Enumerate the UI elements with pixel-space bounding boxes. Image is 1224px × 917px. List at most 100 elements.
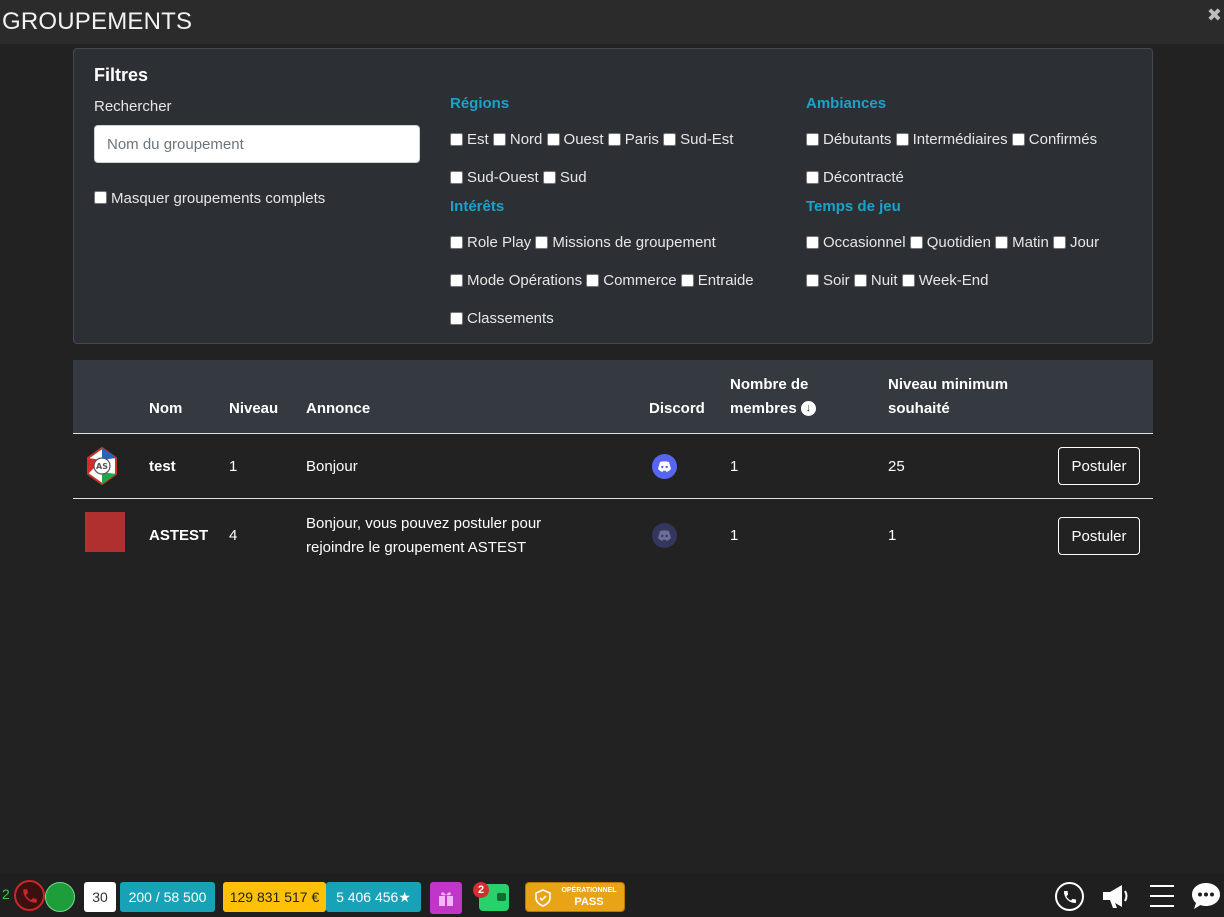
- header-annonce[interactable]: Annonce: [306, 397, 370, 421]
- checkbox-commerce[interactable]: [586, 273, 600, 287]
- postuler-button[interactable]: Postuler: [1058, 447, 1140, 485]
- interets-title: Intérêts: [450, 198, 505, 215]
- regions-options: Est Nord Ouest Paris Sud-Est Sud-Ouest S…: [450, 121, 760, 197]
- option-week-end: Week-End: [918, 272, 989, 289]
- regions-title: Régions: [450, 95, 510, 112]
- row-niveau: 4: [229, 527, 238, 544]
- checkbox-quotidien[interactable]: [909, 235, 923, 249]
- option-entraide: Entraide: [697, 272, 754, 289]
- postuler-button[interactable]: Postuler: [1058, 517, 1140, 555]
- row-niveau-min: 1: [888, 527, 897, 544]
- option-confirmes: Confirmés: [1028, 131, 1098, 148]
- header-membres[interactable]: Nombre de membres ↓: [730, 373, 816, 421]
- option-paris: Paris: [624, 131, 659, 148]
- group-logo-icon: AS: [85, 446, 119, 486]
- checkbox-week-end[interactable]: [901, 273, 915, 287]
- checkbox-mode-operations[interactable]: [450, 273, 463, 287]
- option-matin: Matin: [1012, 234, 1049, 251]
- group-avatar: [85, 512, 125, 552]
- close-icon[interactable]: ✖: [1207, 5, 1222, 26]
- checkbox-nord[interactable]: [492, 132, 506, 146]
- discord-icon: [652, 523, 677, 548]
- checkbox-sud-est[interactable]: [663, 132, 677, 146]
- checkbox-soir[interactable]: [806, 273, 819, 287]
- status-online-icon[interactable]: [45, 882, 75, 912]
- option-classements: Classements: [467, 310, 554, 327]
- row-annonce: Bonjour: [306, 458, 358, 475]
- discord-icon[interactable]: [652, 454, 677, 479]
- header-nom[interactable]: Nom: [149, 397, 182, 421]
- checkbox-jour[interactable]: [1052, 235, 1066, 249]
- option-ouest: Ouest: [563, 131, 604, 148]
- interets-options: Role Play Missions de groupement Mode Op…: [450, 224, 780, 338]
- checkbox-role-play[interactable]: [450, 235, 463, 249]
- checkbox-est[interactable]: [450, 132, 463, 146]
- window-title: GROUPEMENTS: [2, 8, 193, 35]
- phone-icon[interactable]: [1055, 882, 1084, 911]
- option-role-play: Role Play: [467, 234, 532, 251]
- header-niveau-min[interactable]: Niveau minimum souhaité: [888, 373, 1008, 421]
- menu-icon[interactable]: [1150, 885, 1174, 907]
- checkbox-ouest[interactable]: [546, 132, 560, 146]
- row-annonce-line2: rejoindre le groupement ASTEST: [306, 539, 527, 556]
- option-occasionnel: Occasionnel: [823, 234, 906, 251]
- checkbox-sud[interactable]: [542, 170, 556, 184]
- checkbox-intermediaires[interactable]: [895, 132, 909, 146]
- option-decontracte: Décontracté: [823, 169, 904, 186]
- header-niveau-min-line2: souhaité: [888, 400, 950, 417]
- row-nom[interactable]: ASTEST: [149, 524, 208, 548]
- checkbox-classements[interactable]: [450, 311, 463, 325]
- chat-icon[interactable]: [1190, 881, 1222, 916]
- checkbox-matin[interactable]: [995, 235, 1009, 249]
- checkbox-paris[interactable]: [607, 132, 621, 146]
- hide-full-checkbox[interactable]: [94, 191, 107, 204]
- row-annonce: Bonjour, vous pouvez postuler pour rejoi…: [306, 512, 541, 560]
- option-sud: Sud: [559, 169, 587, 186]
- hide-full-label: Masquer groupements complets: [111, 190, 326, 207]
- option-mode-operations: Mode Opérations: [467, 272, 583, 289]
- groupements-table: Nom Niveau Annonce Discord Nombre de mem…: [73, 360, 1153, 573]
- checkbox-missions[interactable]: [535, 235, 549, 249]
- checkbox-debutants[interactable]: [806, 132, 819, 146]
- checkbox-confirmes[interactable]: [1011, 132, 1025, 146]
- header-membres-line1: Nombre de: [730, 376, 809, 393]
- option-est: Est: [467, 131, 489, 148]
- checkbox-nuit[interactable]: [853, 273, 867, 287]
- option-debutants: Débutants: [823, 131, 892, 148]
- megaphone-icon[interactable]: [1100, 882, 1132, 915]
- star-icon: ★: [398, 889, 411, 905]
- checkbox-decontracte[interactable]: [806, 170, 819, 184]
- wallet-badge: 2: [473, 882, 489, 898]
- checkbox-sud-ouest[interactable]: [450, 170, 463, 184]
- filters-title: Filtres: [94, 65, 149, 85]
- level-badge: 30: [84, 882, 116, 912]
- option-quotidien: Quotidien: [926, 234, 991, 251]
- table-row: ASTEST 4 Bonjour, vous pouvez postuler p…: [73, 499, 1153, 573]
- checkbox-occasionnel[interactable]: [806, 235, 819, 249]
- checkbox-entraide[interactable]: [680, 273, 694, 287]
- xp-badge: 200 / 58 500: [120, 882, 215, 912]
- row-niveau-min: 25: [888, 458, 905, 475]
- option-nord: Nord: [509, 131, 543, 148]
- points-value: 5 406 456: [336, 889, 399, 905]
- bottom-bar: 2 30 200 / 58 500 129 831 517 € 5 406 45…: [0, 873, 1224, 917]
- points-badge: 5 406 456★: [326, 882, 421, 912]
- header-niveau[interactable]: Niveau: [229, 397, 278, 421]
- sort-desc-icon[interactable]: ↓: [800, 400, 816, 416]
- row-nom[interactable]: test: [149, 455, 176, 479]
- option-jour: Jour: [1069, 234, 1100, 251]
- money-badge: 129 831 517 €: [223, 882, 326, 912]
- option-commerce: Commerce: [603, 272, 677, 289]
- gift-icon[interactable]: [430, 882, 462, 914]
- header-membres-line2: membres: [730, 400, 797, 417]
- search-input[interactable]: [94, 125, 420, 163]
- option-missions: Missions de groupement: [552, 234, 716, 251]
- header-niveau-min-line1: Niveau minimum: [888, 376, 1009, 393]
- header-discord[interactable]: Discord: [649, 397, 705, 421]
- hangup-phone-icon[interactable]: [14, 880, 45, 911]
- title-bar: GROUPEMENTS ✖: [0, 0, 1224, 44]
- option-intermediaires: Intermédiaires: [912, 131, 1008, 148]
- row-niveau: 1: [229, 458, 238, 475]
- operationnel-pass-button[interactable]: OPÉRATIONNEL PASS: [525, 882, 625, 912]
- hide-full-filter[interactable]: Masquer groupements complets: [94, 190, 325, 207]
